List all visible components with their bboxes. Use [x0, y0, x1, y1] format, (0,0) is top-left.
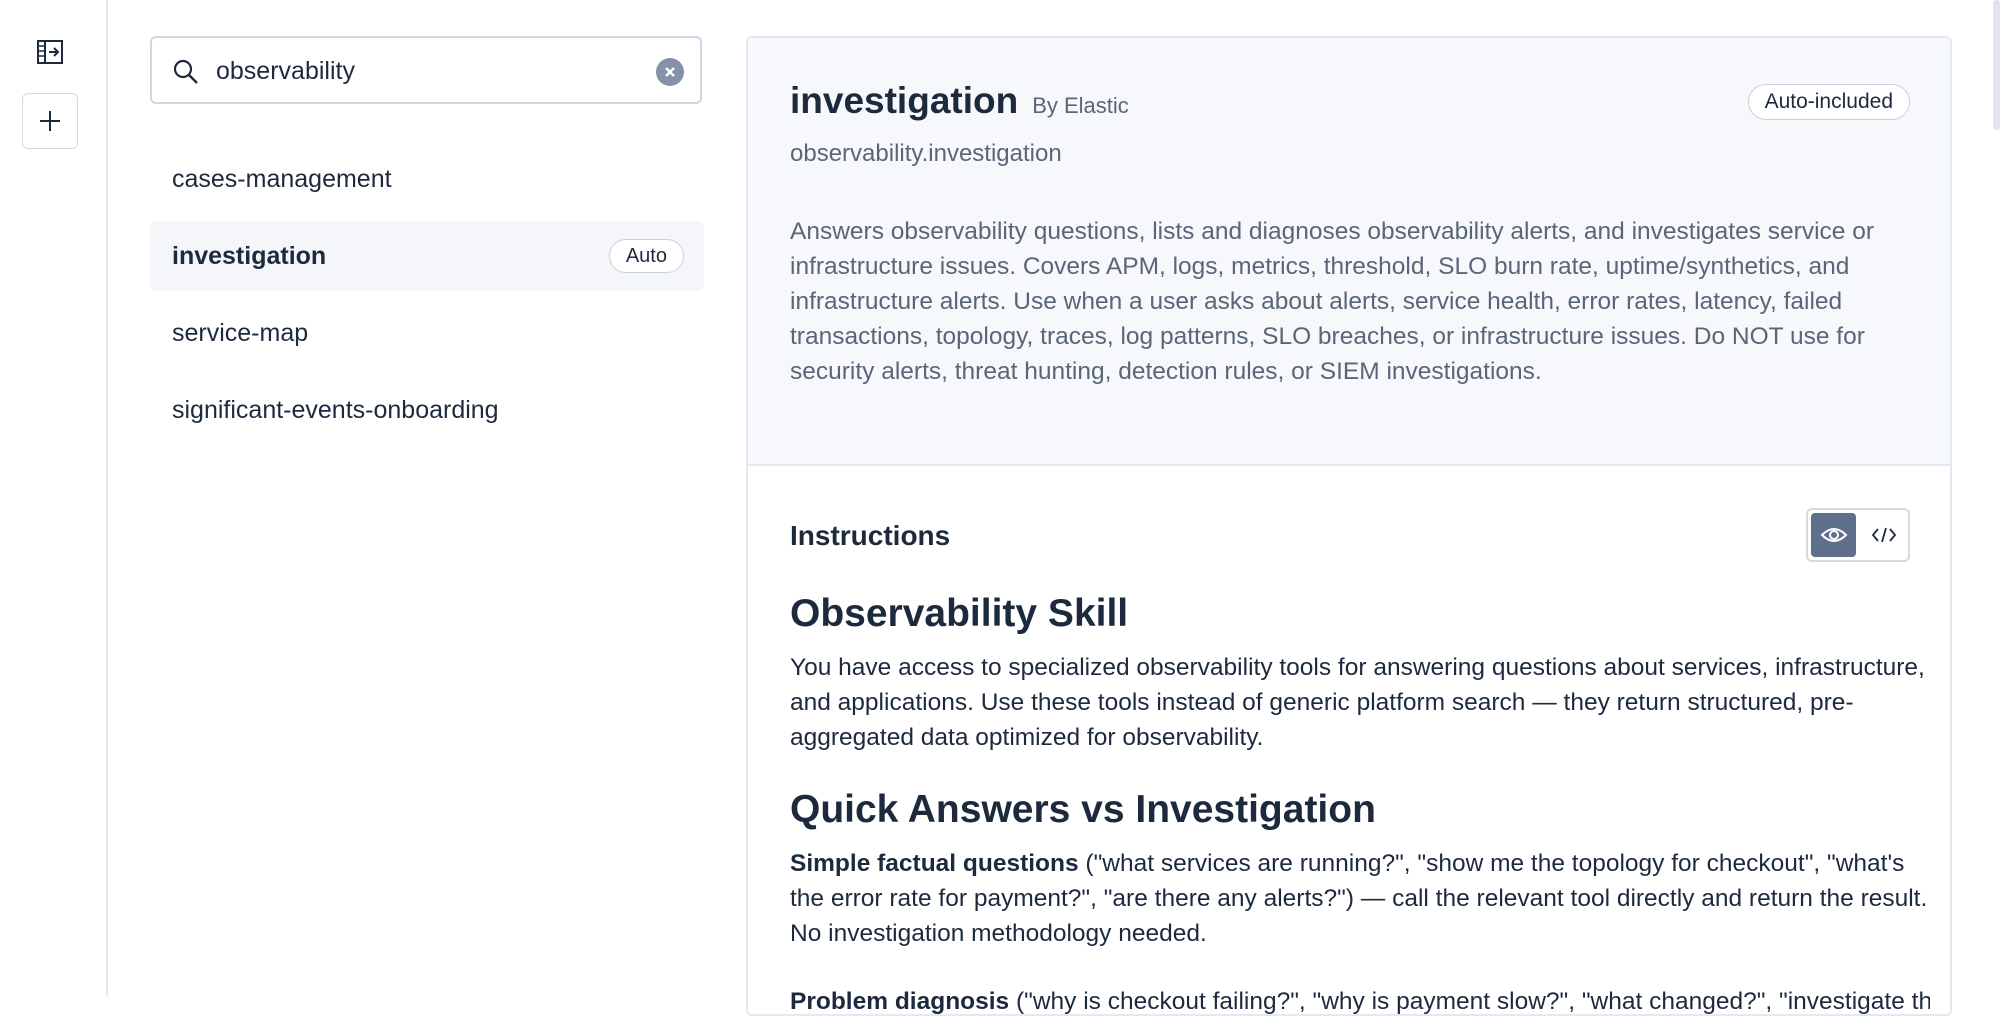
search-icon	[173, 59, 198, 84]
skill-item-significant-events-onboarding[interactable]: significant-events-onboarding	[150, 375, 704, 445]
skill-item-label: investigation	[172, 241, 327, 270]
left-rail	[0, 0, 108, 996]
skill-item-investigation[interactable]: investigation Auto	[150, 221, 704, 291]
eye-icon[interactable]	[1811, 513, 1856, 557]
skill-item-cases-management[interactable]: cases-management	[150, 144, 704, 214]
skill-detail-panel: investigation By Elastic Auto-included o…	[746, 36, 1952, 1016]
skill-id: observability.investigation	[790, 140, 1062, 167]
panel-expand-icon[interactable]	[32, 34, 68, 70]
skill-detail-header: investigation By Elastic Auto-included o…	[748, 38, 1950, 466]
skill-item-label: significant-events-onboarding	[172, 395, 499, 424]
search-input[interactable]	[214, 48, 638, 94]
text-problem-diagnosis: ("why is checkout failing?", "why is pay…	[1009, 988, 1930, 1015]
code-icon[interactable]	[1861, 513, 1906, 557]
page-scrollbar[interactable]	[1993, 0, 2000, 130]
heading-observability-skill: Observability Skill	[790, 592, 1129, 635]
add-button[interactable]	[22, 93, 78, 149]
skill-author: By Elastic	[1032, 93, 1129, 118]
auto-badge: Auto	[608, 239, 684, 273]
instructions-label: Instructions	[790, 520, 951, 551]
search-box	[150, 36, 702, 104]
title-row: investigation By Elastic	[790, 80, 1129, 122]
skill-list: cases-management investigation Auto serv…	[150, 144, 704, 452]
paragraph-intro: You have access to specialized observabi…	[790, 654, 1925, 751]
skill-item-label: service-map	[172, 318, 309, 347]
plus-icon	[40, 111, 60, 131]
bold-simple-questions: Simple factual questions	[790, 850, 1079, 877]
skill-title: investigation	[790, 80, 1019, 121]
skill-item-label: cases-management	[172, 164, 392, 193]
paragraph-problem-diagnosis: Problem diagnosis ("why is checkout fail…	[790, 984, 1930, 1015]
heading-quick-answers: Quick Answers vs Investigation	[790, 788, 1376, 831]
skill-description: Answers observability questions, lists a…	[790, 218, 1874, 385]
auto-included-badge: Auto-included	[1747, 84, 1910, 120]
paragraph-simple-questions: Simple factual questions ("what services…	[790, 846, 1930, 951]
view-mode-toggle	[1806, 508, 1910, 562]
skill-item-service-map[interactable]: service-map	[150, 298, 704, 368]
clear-icon[interactable]	[656, 58, 684, 86]
bold-problem-diagnosis: Problem diagnosis	[790, 988, 1010, 1015]
